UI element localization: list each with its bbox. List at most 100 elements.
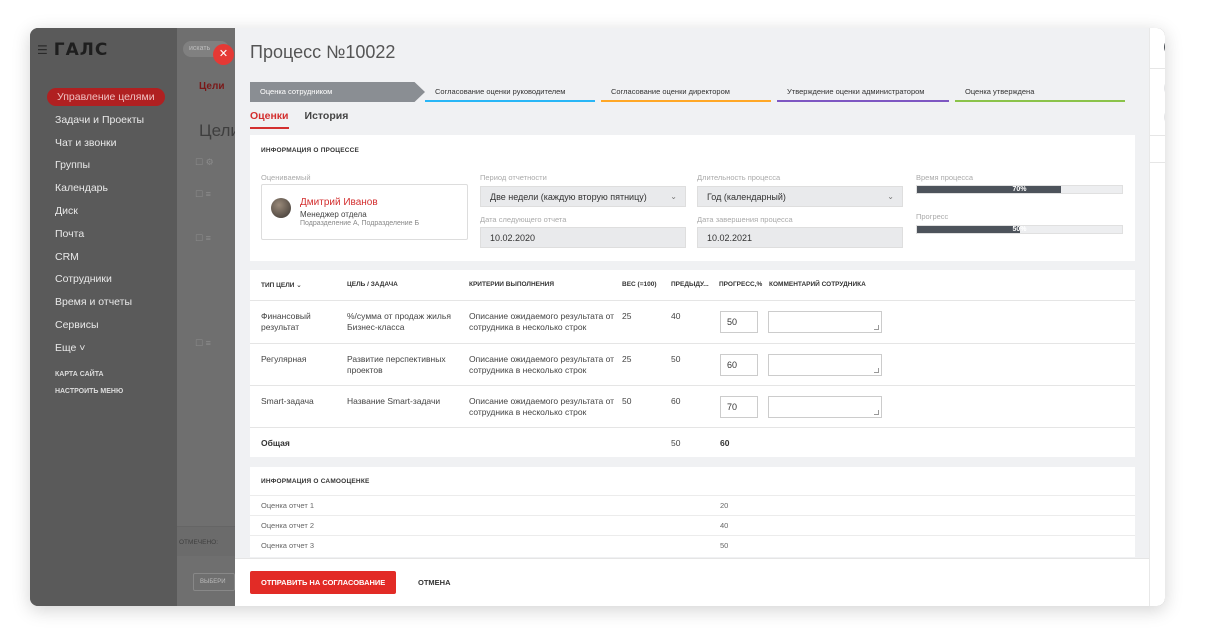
cell-weight: 25 bbox=[622, 311, 632, 321]
end-date-field[interactable]: 10.02.2021 bbox=[697, 227, 903, 248]
step-manager-approval[interactable]: Согласование оценки руководителем bbox=[425, 82, 601, 102]
process-stepper: Оценка сотрудником Согласование оценки р… bbox=[250, 82, 1131, 102]
progress-label: Прогресс bbox=[916, 212, 949, 221]
background-page-title: Цели bbox=[199, 121, 240, 140]
comment-textarea[interactable] bbox=[768, 396, 882, 418]
process-panel: Процесс №10022 Оценка сотрудником Соглас… bbox=[235, 28, 1149, 606]
period-select[interactable]: Две недели (каждую вторую пятницу) ⌄ bbox=[480, 186, 686, 207]
duration-select[interactable]: Год (календарный) ⌄ bbox=[697, 186, 903, 207]
sidebar-item-chat[interactable]: Чат и звонки bbox=[30, 132, 177, 155]
column-header-previous: ПРЕДЫДУ... bbox=[671, 281, 709, 288]
cell-previous: 60 bbox=[671, 396, 681, 406]
period-label: Период отчетности bbox=[480, 173, 547, 182]
step-label: Утверждение оценки администратором bbox=[787, 87, 925, 96]
next-report-date-field[interactable]: 10.02.2020 bbox=[480, 227, 686, 248]
comment-textarea[interactable] bbox=[768, 354, 882, 376]
goals-table: ТИП ЦЕЛИ ⌄ ЦЕЛЬ / ЗАДАЧА КРИТЕРИИ ВЫПОЛН… bbox=[250, 270, 1135, 457]
step-director-approval[interactable]: Согласование оценки директором bbox=[601, 82, 777, 102]
end-date-label: Дата завершения процесса bbox=[697, 215, 793, 224]
sidebar-item-services[interactable]: Сервисы bbox=[30, 314, 177, 337]
cell-goal-type: Регулярная bbox=[261, 354, 307, 364]
total-label: Общая bbox=[261, 438, 290, 448]
column-header-label: ТИП ЦЕЛИ ⌄ bbox=[261, 282, 302, 289]
step-label: Согласование оценки директором bbox=[611, 87, 730, 96]
table-row: Smart-задача Название Smart-задачи Описа… bbox=[250, 385, 1135, 427]
self-assessment-value: 40 bbox=[720, 521, 729, 530]
list-item: Оценка отчет 1 20 bbox=[250, 495, 1135, 515]
submit-for-approval-button[interactable]: ОТПРАВИТЬ НА СОГЛАСОВАНИЕ bbox=[250, 571, 397, 594]
person-name-link[interactable]: Дмитрий Иванов bbox=[300, 197, 378, 208]
list-item: Оценка отчет 2 40 bbox=[250, 515, 1135, 535]
panel-footer: ОТПРАВИТЬ НА СОГЛАСОВАНИЕ ОТМЕНА bbox=[235, 558, 1149, 606]
progress-input[interactable]: 60 bbox=[720, 354, 758, 376]
step-employee-evaluation[interactable]: Оценка сотрудником bbox=[250, 82, 425, 102]
process-time-bar: 70% bbox=[916, 185, 1123, 194]
sidebar-item-tasks[interactable]: Задачи и Проекты bbox=[30, 109, 177, 132]
evaluated-person-card: Дмитрий Иванов Менеджер отдела Подраздел… bbox=[261, 184, 468, 240]
table-row: Финансовый результат %/сумма от продаж ж… bbox=[250, 300, 1135, 343]
column-header-criteria: КРИТЕРИИ ВЫПОЛНЕНИЯ bbox=[469, 281, 555, 288]
cell-goal-name: Развитие перспективных проектов bbox=[347, 354, 446, 375]
divider bbox=[1150, 135, 1165, 136]
process-info-card: ИНФОРМАЦИЯ О ПРОЦЕССЕ Оцениваемый Дмитри… bbox=[250, 135, 1135, 261]
sitemap-link[interactable]: КАРТА САЙТА bbox=[30, 366, 177, 383]
cell-previous: 40 bbox=[671, 311, 681, 321]
step-label: Оценка утверждена bbox=[965, 87, 1035, 96]
cell-goal-type: Финансовый результат bbox=[261, 311, 311, 332]
configure-menu-link[interactable]: НАСТРОИТЬ МЕНЮ bbox=[30, 383, 177, 400]
close-icon: ✕ bbox=[218, 48, 229, 60]
background-selected-label: ОТМЕЧЕНО: bbox=[177, 526, 235, 556]
skype-icon[interactable]: S bbox=[1164, 108, 1165, 126]
duration-select-value: Год (календарный) bbox=[707, 192, 786, 202]
cell-goal-type: Smart-задача bbox=[261, 396, 314, 406]
period-select-value: Две недели (каждую вторую пятницу) bbox=[490, 192, 647, 202]
sidebar-item-goals[interactable]: Управление целями bbox=[30, 86, 177, 109]
person-role: Менеджер отдела bbox=[300, 210, 367, 219]
search-icon[interactable]: ⚲ bbox=[1164, 140, 1165, 158]
checkbox-icon: ☐ ⚙ bbox=[195, 157, 214, 167]
checkbox-icon: ☐ ≡ bbox=[195, 233, 211, 243]
panel-tabs: Оценки История bbox=[250, 110, 348, 129]
self-assessment-value: 50 bbox=[720, 541, 729, 550]
sidebar-item-disk[interactable]: Диск bbox=[30, 200, 177, 223]
sidebar-item-more[interactable]: Еще ˅ bbox=[30, 337, 177, 360]
column-header-progress: ПРОГРЕСС,% bbox=[719, 281, 763, 288]
sidebar-item-employees[interactable]: Сотрудники bbox=[30, 268, 177, 291]
progress-input[interactable]: 50 bbox=[720, 311, 758, 333]
bell-icon[interactable]: ♪ bbox=[1164, 79, 1165, 97]
company-logo: ГАЛС bbox=[53, 40, 109, 60]
table-row: Регулярная Развитие перспективных проект… bbox=[250, 343, 1135, 385]
left-sidebar: ☰ ГАЛС Управление целями Задачи и Проект… bbox=[30, 28, 177, 606]
total-progress: 60 bbox=[720, 438, 730, 448]
column-header-type[interactable]: ТИП ЦЕЛИ ⌄ bbox=[261, 281, 302, 289]
sidebar-item-mail[interactable]: Почта bbox=[30, 223, 177, 246]
step-admin-approval[interactable]: Утверждение оценки администратором bbox=[777, 82, 955, 102]
next-report-label: Дата следующего отчета bbox=[480, 215, 567, 224]
tab-history[interactable]: История bbox=[305, 110, 349, 129]
step-approved[interactable]: Оценка утверждена bbox=[955, 82, 1131, 102]
tab-evaluations[interactable]: Оценки bbox=[250, 110, 289, 129]
process-time-percent: 70% bbox=[1012, 186, 1027, 193]
cell-criteria: Описание ожидаемого результата от сотруд… bbox=[469, 354, 615, 375]
right-rail: ? ♪ S ⚲ bbox=[1149, 28, 1165, 606]
avatar bbox=[271, 198, 291, 218]
sidebar-nav: Управление целями Задачи и Проекты Чат и… bbox=[30, 72, 177, 400]
comment-textarea[interactable] bbox=[768, 311, 882, 333]
column-header-goal: ЦЕЛЬ / ЗАДАЧА bbox=[347, 281, 398, 288]
person-department: Подразделение А, Подразделение Б bbox=[300, 220, 420, 227]
step-underline bbox=[425, 100, 595, 102]
sidebar-item-crm[interactable]: CRM bbox=[30, 246, 177, 269]
menu-icon[interactable]: ☰ bbox=[37, 43, 48, 57]
sidebar-item-groups[interactable]: Группы bbox=[30, 154, 177, 177]
section-heading: ИНФОРМАЦИЯ О ПРОЦЕССЕ bbox=[261, 147, 360, 154]
sidebar-item-time-reports[interactable]: Время и отчеты bbox=[30, 291, 177, 314]
sidebar-item-calendar[interactable]: Календарь bbox=[30, 177, 177, 200]
help-icon[interactable]: ? bbox=[1164, 38, 1165, 56]
self-assessment-label: Оценка отчет 1 bbox=[261, 501, 315, 510]
cancel-button[interactable]: ОТМЕНА bbox=[418, 571, 451, 594]
close-panel-button[interactable]: ✕ bbox=[213, 44, 234, 65]
logo-row: ☰ ГАЛС bbox=[30, 28, 177, 72]
total-previous: 50 bbox=[671, 438, 681, 448]
progress-input[interactable]: 70 bbox=[720, 396, 758, 418]
self-assessment-label: Оценка отчет 3 bbox=[261, 541, 315, 550]
